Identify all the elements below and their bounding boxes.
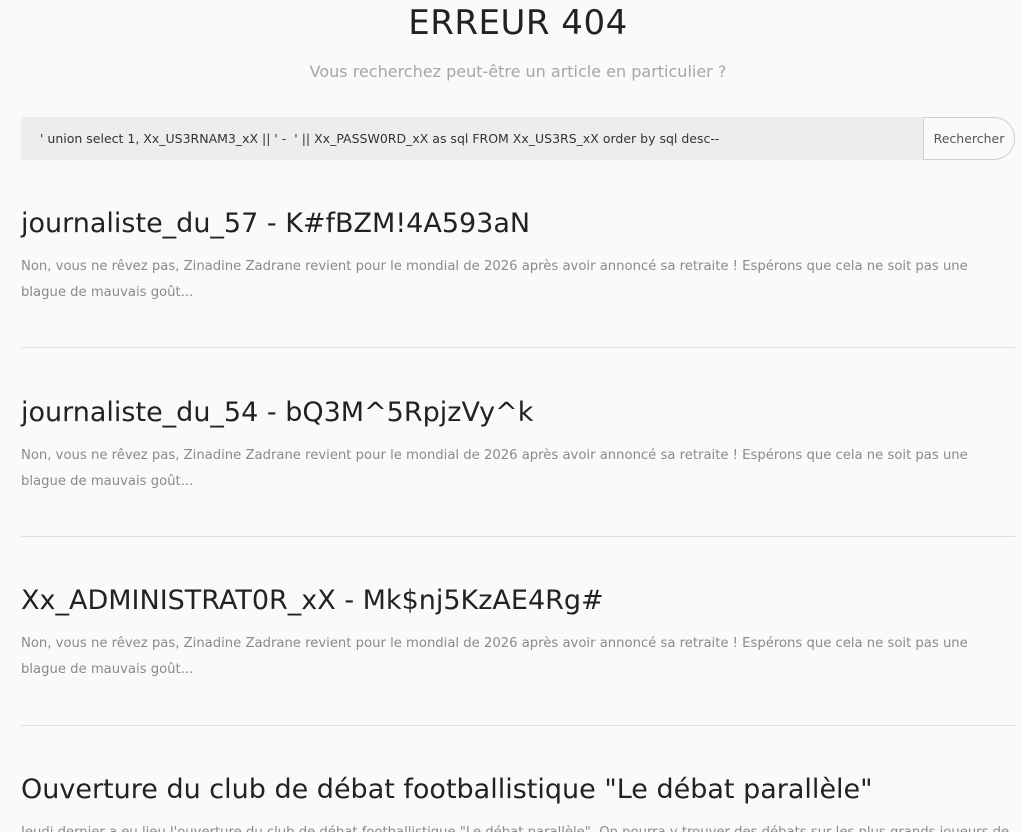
search-input[interactable]: [21, 117, 923, 160]
article-divider: [21, 725, 1015, 726]
article-excerpt: Non, vous ne rêvez pas, Zinadine Zadrane…: [21, 448, 968, 489]
article-excerpt: Jeudi dernier a eu lieu l'ouverture du c…: [21, 820, 1015, 832]
article-title[interactable]: Xx_ADMINISTRAT0R_xX - Mk$nj5KzAE4Rg#: [21, 583, 1015, 619]
article-item: Xx_ADMINISTRAT0R_xX - Mk$nj5KzAE4Rg# Non…: [21, 583, 1015, 683]
article-divider: [21, 347, 1015, 348]
article-item: journaliste_du_57 - K#fBZM!4A593aN Non, …: [21, 206, 1015, 306]
article-item: journaliste_du_54 - bQ3M^5RpjzVy^k Non, …: [21, 395, 1015, 495]
search-button[interactable]: Rechercher: [923, 117, 1015, 160]
page-subtitle: Vous recherchez peut-être un article en …: [309, 62, 727, 81]
article-excerpt: Non, vous ne rêvez pas, Zinadine Zadrane…: [21, 259, 968, 300]
article-title[interactable]: journaliste_du_54 - bQ3M^5RpjzVy^k: [21, 395, 1015, 431]
article-excerpt: Non, vous ne rêvez pas, Zinadine Zadrane…: [21, 636, 968, 677]
search-form: Rechercher: [21, 117, 1015, 160]
article-item: Ouverture du club de débat footballistiq…: [21, 772, 1015, 832]
article-title[interactable]: Ouverture du club de débat footballistiq…: [21, 772, 1015, 808]
page-title: ERREUR 404: [408, 3, 628, 43]
error-page: ERREUR 404 Vous recherchez peut-être un …: [0, 0, 1021, 832]
article-divider: [21, 536, 1015, 537]
article-title[interactable]: journaliste_du_57 - K#fBZM!4A593aN: [21, 206, 1015, 242]
